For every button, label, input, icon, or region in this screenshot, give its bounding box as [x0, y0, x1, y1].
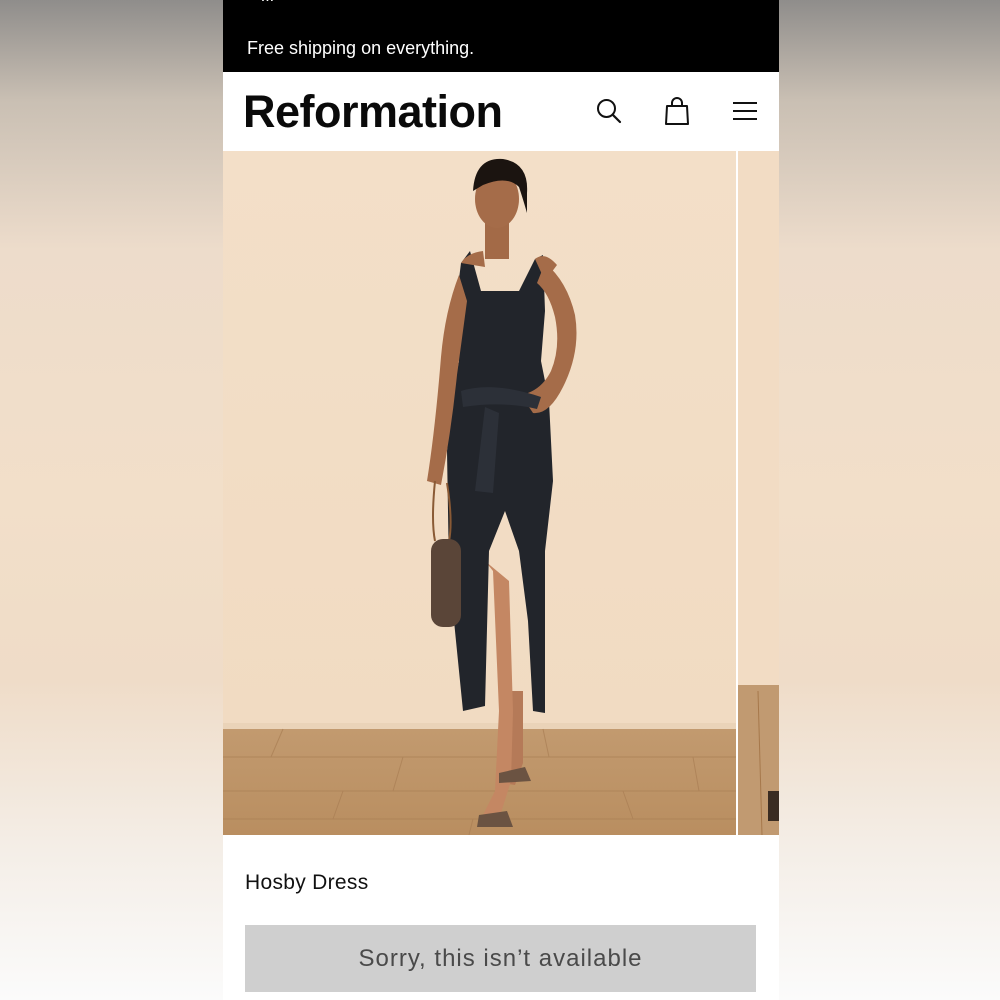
- product-title: Hosby Dress: [245, 871, 369, 894]
- product-photo-main[interactable]: [223, 151, 736, 835]
- product-image-carousel[interactable]: [223, 151, 779, 835]
- promo-banner: + ... Free shipping on everything.: [223, 0, 779, 72]
- unavailable-button[interactable]: Sorry, this isn’t available: [245, 925, 756, 992]
- promo-text: Free shipping on everything.: [247, 38, 475, 58]
- search-icon[interactable]: [593, 94, 625, 128]
- mobile-page: + ... Free shipping on everything. Refor…: [223, 0, 779, 1000]
- hamburger-menu-icon[interactable]: [729, 94, 761, 128]
- site-header: Reformation: [223, 72, 779, 151]
- brand-logo[interactable]: Reformation: [243, 86, 503, 138]
- product-photo-next-partial[interactable]: [738, 151, 779, 835]
- shopping-bag-icon[interactable]: [661, 94, 693, 128]
- promo-partial-text: + ...: [247, 0, 274, 6]
